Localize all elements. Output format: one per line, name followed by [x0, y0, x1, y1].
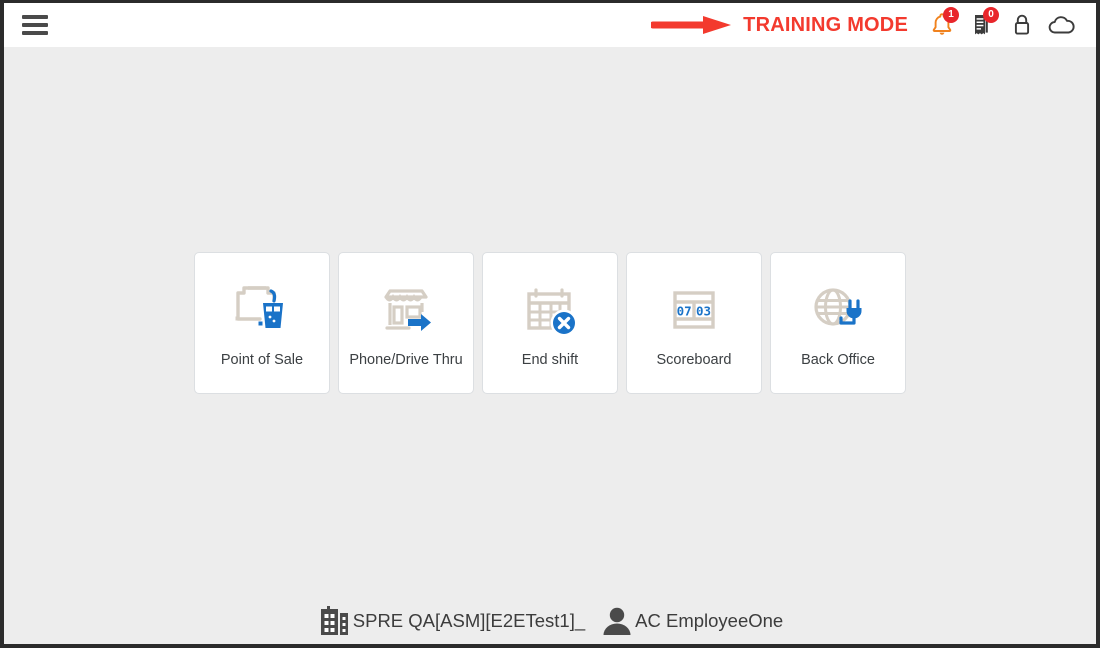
tile-end-shift[interactable]: End shift: [482, 252, 618, 394]
scoreboard-left-digits: 07: [677, 304, 692, 319]
red-arrow-annotation: [651, 16, 732, 34]
globe-with-plug-icon: [802, 277, 874, 343]
open-checks-receipt-icon[interactable]: 0: [962, 5, 1002, 45]
bell-badge-count: 1: [943, 7, 959, 23]
tile-label: End shift: [521, 352, 579, 369]
receipt-and-drink-cup-icon: [226, 277, 298, 343]
calendar-with-x-icon: [514, 277, 586, 343]
storefront-with-arrow-icon: [370, 277, 442, 343]
scoreboard-icon: 07 03: [658, 277, 730, 343]
scoreboard-right-digits: 03: [696, 304, 711, 319]
tile-point-of-sale[interactable]: Point of Sale: [194, 252, 330, 394]
store-name-label: SPRE QA[ASM][E2ETest1]_: [352, 610, 586, 631]
header-right-cluster: TRAINING MODE 1 0: [651, 3, 1096, 47]
app-window: TRAINING MODE 1 0 Point of Sale Phone/Dr…: [0, 0, 1100, 648]
tile-label: Scoreboard: [656, 352, 732, 369]
top-header-bar: TRAINING MODE 1 0: [4, 3, 1096, 47]
tile-phone-drive-thru[interactable]: Phone/Drive Thru: [338, 252, 474, 394]
receipt-badge-count: 0: [983, 7, 999, 23]
user-info: AC EmployeeOne: [599, 604, 783, 638]
tile-label: Phone/Drive Thru: [349, 352, 463, 369]
hamburger-bar: [22, 15, 48, 19]
cloud-glyph: [1048, 16, 1075, 34]
main-content-area: Point of Sale Phone/Drive Thru End shift…: [4, 47, 1096, 644]
notifications-bell-icon[interactable]: 1: [922, 5, 962, 45]
user-name-label: AC EmployeeOne: [635, 610, 784, 631]
cloud-icon[interactable]: [1042, 5, 1082, 45]
tile-scoreboard[interactable]: 07 03 Scoreboard: [626, 252, 762, 394]
action-tile-grid: Point of Sale Phone/Drive Thru End shift…: [4, 252, 1096, 394]
hamburger-menu-icon[interactable]: [22, 15, 48, 35]
hamburger-bar: [22, 31, 48, 35]
hamburger-bar: [22, 23, 48, 27]
tile-label: Point of Sale: [220, 352, 304, 369]
lock-glyph: [1014, 14, 1030, 35]
footer-status-bar: SPRE QA[ASM][E2ETest1]_ AC EmployeeOne: [4, 604, 1096, 638]
training-mode-label: TRAINING MODE: [743, 13, 908, 36]
lock-icon[interactable]: [1002, 5, 1042, 45]
tile-label: Back Office: [801, 352, 875, 369]
store-info: SPRE QA[ASM][E2ETest1]_: [317, 604, 585, 638]
tile-back-office[interactable]: Back Office: [770, 252, 906, 394]
person-avatar-icon: [599, 604, 635, 638]
building-icon: [317, 604, 353, 638]
